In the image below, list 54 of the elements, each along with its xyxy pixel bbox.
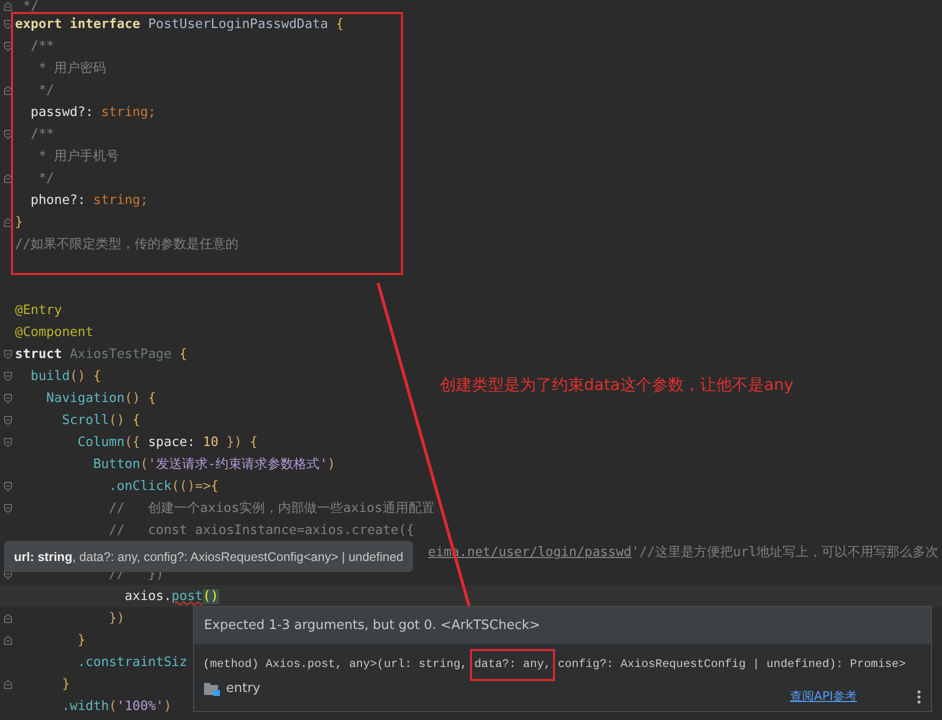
- code-line: build() {: [30, 368, 102, 384]
- code-line: // 创建一个axios实例，内部做一些axios通用配置: [108, 500, 434, 517]
- error-message: Expected 1-3 arguments, but got 0. <ArkTSCheck>: [194, 607, 931, 644]
- fold-icon[interactable]: [4, 174, 12, 182]
- code-line: /**: [30, 126, 54, 142]
- code-line: Navigation() {: [45, 390, 156, 406]
- code-line: Column({ space: 10 }) {: [76, 434, 258, 450]
- fold-icon[interactable]: [4, 636, 12, 644]
- code-line: //如果不限定类型，传的参数是任意的: [15, 236, 239, 253]
- code-line: axios.post(): [124, 588, 219, 604]
- code-line: Scroll() {: [60, 412, 140, 428]
- fold-icon[interactable]: [4, 482, 12, 490]
- code-line: export interface PostUserLoginPasswdData {: [15, 16, 344, 32]
- code-line: */: [37, 170, 54, 186]
- code-line: */: [22, 0, 38, 13]
- code-line: .constraintSiz: [76, 654, 188, 670]
- fold-icon[interactable]: [4, 2, 12, 11]
- code-line: * 用户手机号: [37, 148, 120, 165]
- code-line: * 用户密码: [37, 60, 106, 77]
- fold-icon[interactable]: [4, 130, 12, 138]
- fold-icon[interactable]: [4, 218, 12, 226]
- code-line: .width('100%'): [60, 698, 172, 714]
- code-line: }): [108, 610, 125, 626]
- module-name: entry: [226, 681, 260, 696]
- code-line: struct AxiosTestPage {: [15, 346, 188, 362]
- fold-icon[interactable]: [4, 614, 12, 622]
- code-line: // const axiosInstance=axios.create({: [108, 522, 414, 538]
- fold-icon[interactable]: [4, 394, 12, 402]
- fold-icon[interactable]: [4, 350, 12, 358]
- fold-icon[interactable]: [4, 504, 12, 512]
- folder-icon: [204, 682, 220, 696]
- code-line: phone?: string;: [30, 192, 148, 208]
- code-line: Button('发送请求-约束请求参数格式'): [92, 456, 336, 473]
- fold-icon[interactable]: [4, 372, 12, 380]
- api-reference-link[interactable]: 查阅API参考: [790, 688, 857, 705]
- code-line: @Component: [15, 324, 94, 340]
- code-line: }: [60, 676, 70, 692]
- code-line: }: [15, 214, 23, 230]
- method-signature: (method) Axios.post, any>(url: string, data?: any, config?: AxiosRequestConfig | undefined): Promise>: [203, 649, 931, 681]
- code-line: .onClick(()=>{: [108, 478, 219, 494]
- fold-icon[interactable]: [4, 86, 12, 94]
- code-line: }: [76, 632, 86, 648]
- parameter-hint: url: string, data?: any, config?: AxiosRequestConfig<any> | undefined: [4, 541, 414, 572]
- annotation-text: 创建类型是为了约束data这个参数，让他不是any: [440, 375, 794, 396]
- code-line: @Entry: [15, 302, 62, 318]
- code-line: /**: [30, 38, 54, 54]
- fold-icon[interactable]: [4, 438, 12, 446]
- more-icon[interactable]: [917, 690, 921, 704]
- fold-icon[interactable]: [4, 20, 12, 28]
- fold-icon[interactable]: [4, 680, 12, 688]
- code-line: */: [37, 82, 54, 98]
- code-line: passwd?: string;: [30, 104, 156, 120]
- fold-icon[interactable]: [4, 416, 12, 424]
- fold-icon[interactable]: [4, 42, 12, 50]
